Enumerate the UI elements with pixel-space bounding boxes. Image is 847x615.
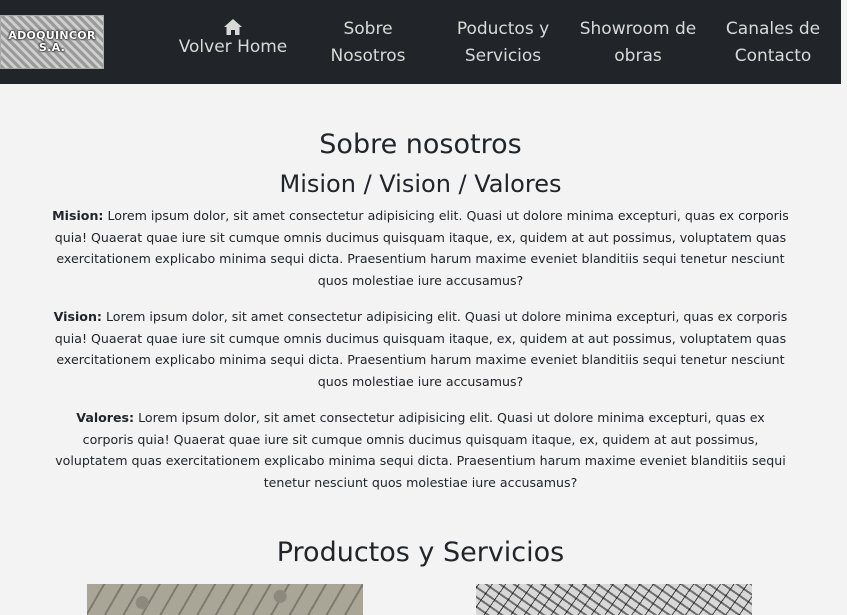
vision-text: Lorem ipsum dolor, sit amet consectetur …: [54, 309, 788, 389]
product-image-interlocking-pavers: [87, 584, 363, 615]
about-title: Sobre nosotros: [319, 129, 522, 160]
nav-sobre-nosotros-line2: Nosotros: [330, 46, 406, 66]
nav-productos-line2: Servicios: [464, 46, 542, 66]
about-subtitle: Mision / Vision / Valores: [279, 170, 562, 198]
vision-label: Vision:: [53, 309, 102, 324]
logo-text-line2: S.A.: [38, 41, 66, 54]
nav-contacto-link[interactable]: Canales de Contacto: [718, 16, 828, 72]
products-title: Productos y Servicios: [276, 537, 565, 568]
nav-productos-line1: Poductos y: [456, 19, 550, 39]
vision-paragraph: Vision: Lorem ipsum dolor, sit amet cons…: [50, 306, 791, 392]
page-scrollbar[interactable]: [841, 0, 847, 615]
nav-sobre-nosotros-link[interactable]: Sobre Nosotros: [318, 16, 418, 72]
nav-productos-link[interactable]: Poductos y Servicios: [448, 16, 558, 72]
nav-showroom-line1: Showroom de: [579, 19, 697, 39]
product-image-brick-pavers: [476, 584, 752, 615]
nav-showroom-line2: obras: [614, 46, 662, 66]
nav-contacto-line2: Contacto: [734, 46, 812, 66]
mision-text: Lorem ipsum dolor, sit amet consectetur …: [54, 208, 789, 288]
mision-label: Mision:: [52, 208, 104, 223]
valores-paragraph: Valores: Lorem ipsum dolor, sit amet con…: [50, 407, 791, 493]
nav-contacto-line1: Canales de: [725, 19, 821, 39]
navbar: ADOQUINCOR S.A. Volver Home Sobre Nosotr…: [0, 0, 841, 84]
brand-logo[interactable]: ADOQUINCOR S.A.: [0, 15, 104, 69]
nav-sobre-nosotros-line1: Sobre: [343, 19, 393, 39]
valores-label: Valores:: [76, 410, 135, 425]
valores-text: Lorem ipsum dolor, sit amet consectetur …: [55, 410, 786, 490]
nav-home-label: Volver Home: [178, 37, 288, 57]
mision-paragraph: Mision: Lorem ipsum dolor, sit amet cons…: [50, 205, 791, 291]
nav-home-link[interactable]: Volver Home: [178, 16, 288, 72]
nav-showroom-link[interactable]: Showroom de obras: [578, 16, 698, 72]
